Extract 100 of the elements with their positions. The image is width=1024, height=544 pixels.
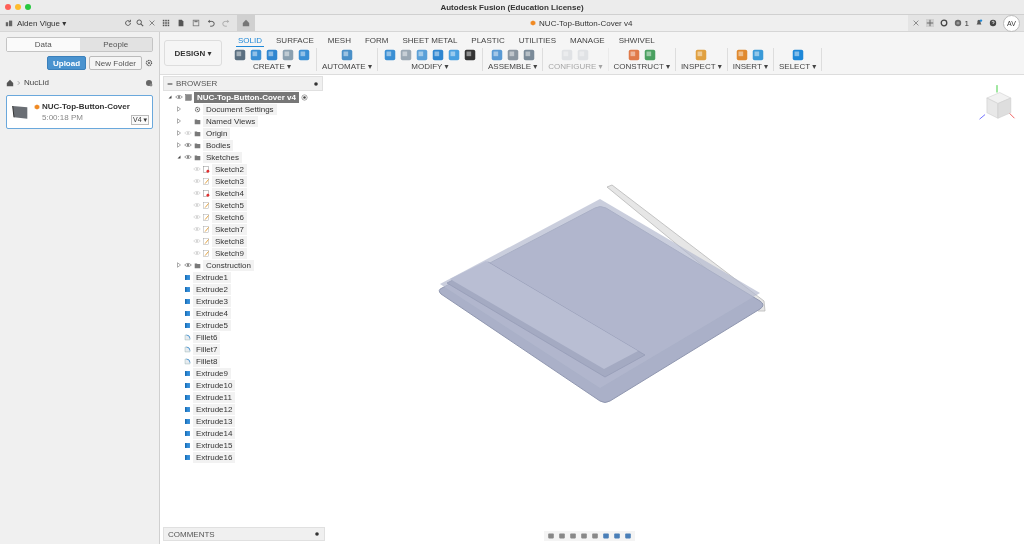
radio-icon[interactable]	[300, 93, 308, 101]
document-tab[interactable]: NUC-Top-Button-Cover v4	[255, 15, 908, 31]
globe-icon[interactable]	[145, 78, 153, 87]
extrude-icon	[184, 369, 191, 377]
tree-item[interactable]: Named Views	[203, 115, 259, 127]
document-icon	[185, 93, 192, 101]
extrude-icon	[184, 309, 191, 317]
extrude-icon	[184, 393, 191, 401]
help-icon[interactable]	[989, 19, 997, 27]
feature-item[interactable]: Extrude11	[193, 391, 235, 403]
ribbon-group-menu[interactable]: CREATE ▾	[252, 62, 292, 71]
new-folder-button[interactable]: New Folder	[89, 56, 142, 70]
ribbon-tab[interactable]: PLASTIC	[469, 35, 507, 47]
ribbon-group-menu[interactable]: SELECT ▾	[778, 62, 817, 71]
expand-arrow-icon[interactable]	[176, 106, 182, 112]
ribbon-tab[interactable]: SURFACE	[274, 35, 316, 47]
new-tab-icon[interactable]	[925, 19, 934, 27]
search-icon[interactable]	[136, 19, 144, 27]
extrude-icon	[184, 297, 191, 305]
feature-item[interactable]: Extrude2	[193, 283, 232, 295]
tree-item[interactable]: Sketch2	[212, 163, 247, 175]
ribbon-tab[interactable]: SHEET METAL	[400, 35, 460, 47]
expand-arrow-icon[interactable]	[176, 262, 182, 268]
feature-item[interactable]: Extrude5	[193, 319, 232, 331]
close-tab-icon[interactable]	[911, 19, 920, 27]
feature-item[interactable]: Extrude1	[193, 271, 232, 283]
breadcrumb-link[interactable]: NucLid	[24, 78, 49, 87]
home-tab[interactable]	[237, 15, 255, 31]
tree-item[interactable]: Construction	[203, 259, 254, 271]
extrude-icon	[184, 285, 191, 293]
panel-tab[interactable]: Data	[7, 38, 80, 51]
ribbon-group-menu[interactable]: INSERT ▾	[732, 62, 768, 71]
tree-item[interactable]: Document Settings	[203, 103, 277, 115]
ribbon-group-menu[interactable]: MODIFY ▾	[411, 62, 449, 71]
feature-item[interactable]: Extrude13	[193, 415, 236, 427]
ribbon-group-menu[interactable]: AUTOMATE ▾	[322, 62, 372, 71]
eye-icon[interactable]	[184, 142, 192, 148]
undo-icon[interactable]	[207, 19, 215, 27]
extrude-icon	[184, 453, 191, 461]
feature-item[interactable]: Extrude12	[193, 403, 236, 415]
close-icon[interactable]	[148, 19, 156, 27]
panel-tab[interactable]: People	[79, 38, 152, 51]
expand-arrow-icon[interactable]	[176, 154, 182, 160]
expand-arrow-icon[interactable]	[176, 130, 182, 136]
tree-item[interactable]: Sketch5	[212, 199, 247, 211]
ribbon-tab[interactable]: FORM	[362, 35, 391, 47]
tree-item[interactable]: Sketches	[203, 151, 242, 163]
eye-icon[interactable]	[175, 94, 183, 100]
file-name: NUC-Top-Button-Cover	[42, 102, 130, 111]
home-icon[interactable]	[242, 19, 250, 27]
tree-item[interactable]: Origin	[203, 127, 231, 139]
save-icon[interactable]	[192, 19, 200, 27]
grid-menu-icon[interactable]	[162, 19, 170, 27]
ribbon-group-menu[interactable]: CONSTRUCT ▾	[613, 62, 670, 71]
feature-item[interactable]: Fillet8	[193, 355, 221, 367]
refresh-icon[interactable]	[124, 19, 132, 27]
ribbon-group-menu[interactable]: ASSEMBLE ▾	[487, 62, 538, 71]
extrude-icon	[184, 381, 191, 389]
tree-item[interactable]: Sketch7	[212, 223, 247, 235]
tree-item[interactable]: Sketch6	[212, 211, 247, 223]
feature-item[interactable]: Fillet7	[193, 343, 221, 355]
settings-icon[interactable]	[145, 59, 153, 67]
collapse-icon[interactable]	[167, 80, 173, 87]
extrude-icon	[184, 321, 191, 329]
tree-item[interactable]: Bodies	[203, 139, 234, 151]
file-time: 5:00:18 PM	[42, 113, 83, 122]
redo-icon[interactable]	[222, 19, 230, 27]
home-icon[interactable]	[6, 78, 14, 87]
ribbon-tab[interactable]: SHWIVEL	[616, 35, 657, 47]
workspace-dropdown[interactable]: DESIGN ▾	[164, 40, 222, 66]
feature-item[interactable]: Extrude14	[193, 427, 236, 439]
expand-arrow-icon[interactable]	[167, 94, 173, 100]
feature-item[interactable]: Extrude15	[193, 439, 236, 451]
feature-item[interactable]: Extrude4	[193, 307, 232, 319]
bell-icon[interactable]	[975, 19, 983, 27]
user-menu[interactable]: Alden Vigue ▾	[17, 18, 67, 28]
feature-item[interactable]: Extrude3	[193, 295, 232, 307]
pin-icon[interactable]	[313, 80, 319, 87]
tree-item[interactable]: Sketch9	[212, 247, 247, 259]
feature-item[interactable]: Extrude9	[193, 367, 232, 379]
component-label[interactable]: NUC-Top-Button-Cover v4	[194, 91, 299, 103]
ribbon-group-menu[interactable]: INSPECT ▾	[680, 62, 722, 71]
ribbon-tab[interactable]: MANAGE	[568, 35, 607, 47]
pin-icon[interactable]	[314, 531, 320, 537]
ribbon-tab[interactable]: UTILITIES	[516, 35, 558, 47]
expand-arrow-icon[interactable]	[176, 142, 182, 148]
eye-icon[interactable]	[184, 154, 192, 160]
feature-item[interactable]: Extrude10	[193, 379, 236, 391]
close-window-button[interactable]	[5, 4, 11, 10]
feature-item[interactable]: Extrude16	[193, 451, 236, 463]
file-icon[interactable]	[177, 19, 185, 27]
feature-item[interactable]: Fillet6	[193, 331, 221, 343]
ribbon-tab[interactable]: SOLID	[236, 35, 264, 47]
ribbon-tab[interactable]: MESH	[325, 35, 353, 47]
tree-item[interactable]: Sketch4	[212, 187, 247, 199]
maximize-window-button[interactable]	[25, 4, 31, 10]
eye-icon[interactable]	[184, 262, 192, 268]
tree-item[interactable]: Sketch3	[212, 175, 247, 187]
tree-item[interactable]: Sketch8	[212, 235, 247, 247]
expand-arrow-icon[interactable]	[176, 118, 182, 124]
